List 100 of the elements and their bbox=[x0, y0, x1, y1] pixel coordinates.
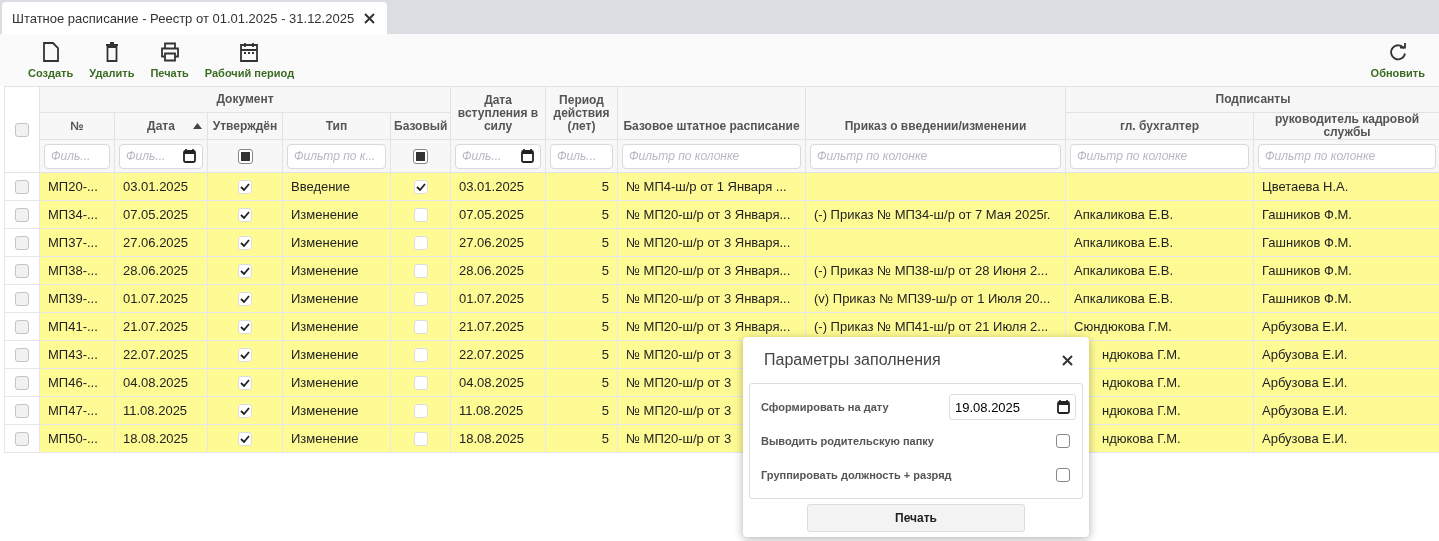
table-cell: № МП20-ш/р от 3 Января... bbox=[626, 291, 791, 306]
date-field[interactable]: 19.08.2025 bbox=[949, 394, 1076, 420]
table-cell: (v) Приказ № МП39-ш/р от 1 Июля 20... bbox=[814, 291, 1051, 306]
column-header[interactable]: Дата bbox=[114, 112, 208, 140]
filter-field[interactable]: Фильтр по колонке bbox=[1258, 143, 1436, 169]
toolbar-button[interactable]: Создать bbox=[20, 42, 82, 79]
option-checkbox[interactable] bbox=[1056, 434, 1070, 448]
table-cell: Гашников Ф.М. bbox=[1262, 235, 1352, 250]
table-cell: № МП20-ш/р от 3 Января... bbox=[626, 235, 791, 250]
table-cell: Изменение bbox=[291, 235, 359, 250]
option-label: Сформировать на дату bbox=[761, 401, 889, 413]
row-checkbox[interactable] bbox=[15, 180, 29, 195]
table-cell: МП46-... bbox=[48, 375, 98, 390]
table-cell: МП20-... bbox=[48, 179, 98, 194]
table-cell: Изменение bbox=[291, 431, 359, 446]
column-header[interactable]: Тип bbox=[282, 112, 391, 140]
row-checkbox[interactable] bbox=[15, 432, 29, 447]
table-cell: Изменение bbox=[291, 403, 359, 418]
table-cell: МП39-... bbox=[48, 291, 98, 306]
column-header[interactable]: № bbox=[39, 112, 115, 140]
table-cell: № МП20-ш/р от 3 bbox=[626, 431, 732, 446]
table-cell: 22.07.2025 bbox=[123, 347, 189, 362]
calendar-icon[interactable] bbox=[521, 148, 534, 163]
calendar-icon[interactable] bbox=[1057, 400, 1070, 414]
table-cell: 5 bbox=[601, 291, 609, 306]
table-cell: ндюкова Г.М. bbox=[1102, 347, 1181, 362]
row-checkbox[interactable] bbox=[15, 320, 29, 335]
table-row[interactable]: МП34-... 07.05.2025 Изменение 07.05.2025 5 № МП20-ш/р от 3 Января... (-) Приказ № МП34-ш/р от 7 Мая 2025г. Апкаликова Е.В. Гашников Ф.М. bbox=[4, 200, 1439, 229]
table-row[interactable]: МП41-... 21.07.2025 Изменение 21.07.2025 5 № МП20-ш/р от 3 Января... (-) Приказ № МП41-ш/р от 21 Июля 2... Сюндюкова Г.М. Арбузова Е.И. bbox=[4, 312, 1439, 341]
table-cell: МП38-... bbox=[48, 263, 98, 278]
column-header[interactable]: руководитель кадровой службы bbox=[1253, 112, 1439, 140]
column-group-header: Подписанты bbox=[1065, 86, 1439, 113]
filter-field[interactable]: Филь... bbox=[44, 143, 110, 169]
filter-field[interactable]: Фильтр по колонке bbox=[1070, 143, 1249, 169]
sort-ascending-icon[interactable] bbox=[193, 123, 202, 129]
print-button[interactable]: Печать bbox=[807, 504, 1025, 532]
filter-field[interactable]: Филь... bbox=[119, 143, 203, 169]
column-header[interactable]: Дата вступления в силу bbox=[450, 86, 546, 140]
column-header[interactable]: Приказ о введении/изменении bbox=[805, 86, 1066, 140]
row-checkbox[interactable] bbox=[15, 292, 29, 307]
filter-field[interactable]: Фильтр по к... bbox=[287, 143, 386, 169]
table-cell: Апкаликова Е.В. bbox=[1074, 291, 1173, 306]
table-cell: 5 bbox=[601, 347, 609, 362]
row-checkbox[interactable] bbox=[15, 404, 29, 419]
column-header[interactable]: Утверждён bbox=[207, 112, 283, 140]
toolbar-button[interactable]: Печать bbox=[142, 42, 197, 79]
refresh-button[interactable]: Обновить bbox=[1362, 42, 1433, 79]
calendar-icon[interactable] bbox=[183, 148, 196, 163]
filter-field[interactable]: Филь... bbox=[550, 143, 613, 169]
table-row[interactable]: МП37-... 27.06.2025 Изменение 27.06.2025 5 № МП20-ш/р от 3 Января... Апкаликова Е.В. Гашников Ф.М. bbox=[4, 228, 1439, 257]
table-cell: 04.08.2025 bbox=[459, 375, 525, 390]
filter-checkbox[interactable] bbox=[413, 148, 428, 164]
table-cell: Гашников Ф.М. bbox=[1262, 263, 1352, 278]
toolbar-button[interactable]: Удалить bbox=[81, 42, 143, 79]
option-label: Группировать должность + разряд bbox=[761, 469, 952, 481]
dialog-title: Параметры заполнения bbox=[764, 351, 941, 369]
table-cell: (-) Приказ № МП41-ш/р от 21 Июля 2... bbox=[814, 319, 1049, 334]
row-checkbox[interactable] bbox=[15, 236, 29, 251]
table-cell: Цветаева Н.А. bbox=[1262, 179, 1349, 194]
table-cell: Изменение bbox=[291, 347, 359, 362]
table-cell: 07.05.2025 bbox=[123, 207, 189, 222]
table-cell: № МП20-ш/р от 3 bbox=[626, 347, 732, 362]
table-cell: 04.08.2025 bbox=[123, 375, 189, 390]
column-header[interactable]: Базовое штатное расписание bbox=[617, 86, 806, 140]
table-cell: 03.01.2025 bbox=[123, 179, 189, 194]
filter-field[interactable]: Филь... bbox=[455, 143, 541, 169]
table-cell: № МП20-ш/р от 3 Января... bbox=[626, 207, 791, 222]
document-icon bbox=[42, 42, 59, 62]
row-checkbox[interactable] bbox=[15, 208, 29, 223]
close-icon[interactable] bbox=[364, 12, 376, 24]
row-checkbox[interactable] bbox=[15, 348, 29, 363]
filter-checkbox[interactable] bbox=[237, 148, 253, 164]
refresh-icon bbox=[1388, 42, 1407, 62]
table-cell: Гашников Ф.М. bbox=[1262, 207, 1352, 222]
table-cell: 28.06.2025 bbox=[123, 263, 189, 278]
table-cell: Изменение bbox=[291, 207, 359, 222]
select-all-checkbox[interactable] bbox=[15, 122, 29, 137]
column-header[interactable]: гл. бухгалтер bbox=[1065, 112, 1254, 140]
row-checkbox[interactable] bbox=[15, 376, 29, 391]
table-cell: МП50-... bbox=[48, 431, 98, 446]
calendar-icon bbox=[240, 42, 259, 62]
table-row[interactable]: МП20-... 03.01.2025 Введение 03.01.2025 5 № МП4-ш/р от 1 Января ... Цветаева Н.А. bbox=[4, 172, 1439, 201]
table-row[interactable]: МП38-... 28.06.2025 Изменение 28.06.2025 5 № МП20-ш/р от 3 Января... (-) Приказ № МП38-ш/р от 28 Июня 2... Апкаликова Е.В. Гашников Ф.М. bbox=[4, 256, 1439, 285]
table-cell: 27.06.2025 bbox=[459, 235, 525, 250]
table-cell: 07.05.2025 bbox=[459, 207, 525, 222]
table-cell: Изменение bbox=[291, 291, 359, 306]
row-checkbox[interactable] bbox=[15, 264, 29, 279]
filter-field[interactable]: Фильтр по колонке bbox=[810, 143, 1061, 169]
table-cell: Апкаликова Е.В. bbox=[1074, 263, 1173, 278]
table-cell: Арбузова Е.И. bbox=[1262, 403, 1348, 418]
document-tab[interactable]: Штатное расписание - Реестр от 01.01.2025 - 31.12.2025 bbox=[2, 2, 388, 34]
table-row[interactable]: МП39-... 01.07.2025 Изменение 01.07.2025 5 № МП20-ш/р от 3 Января... (v) Приказ № МП39-ш/р от 1 Июля 20... Апкаликова Е.В. Гашников Ф.М. bbox=[4, 284, 1439, 313]
close-icon[interactable] bbox=[1062, 354, 1073, 366]
column-header[interactable]: Период действия (лет) bbox=[545, 86, 618, 140]
table-cell: МП47-... bbox=[48, 403, 98, 418]
toolbar-button[interactable]: Рабочий период bbox=[196, 42, 303, 79]
table-cell: 5 bbox=[601, 179, 609, 194]
table-cell: № МП20-ш/р от 3 Января... bbox=[626, 319, 791, 334]
filter-field[interactable]: Фильтр по колонке bbox=[622, 143, 801, 169]
option-checkbox[interactable] bbox=[1056, 468, 1070, 482]
